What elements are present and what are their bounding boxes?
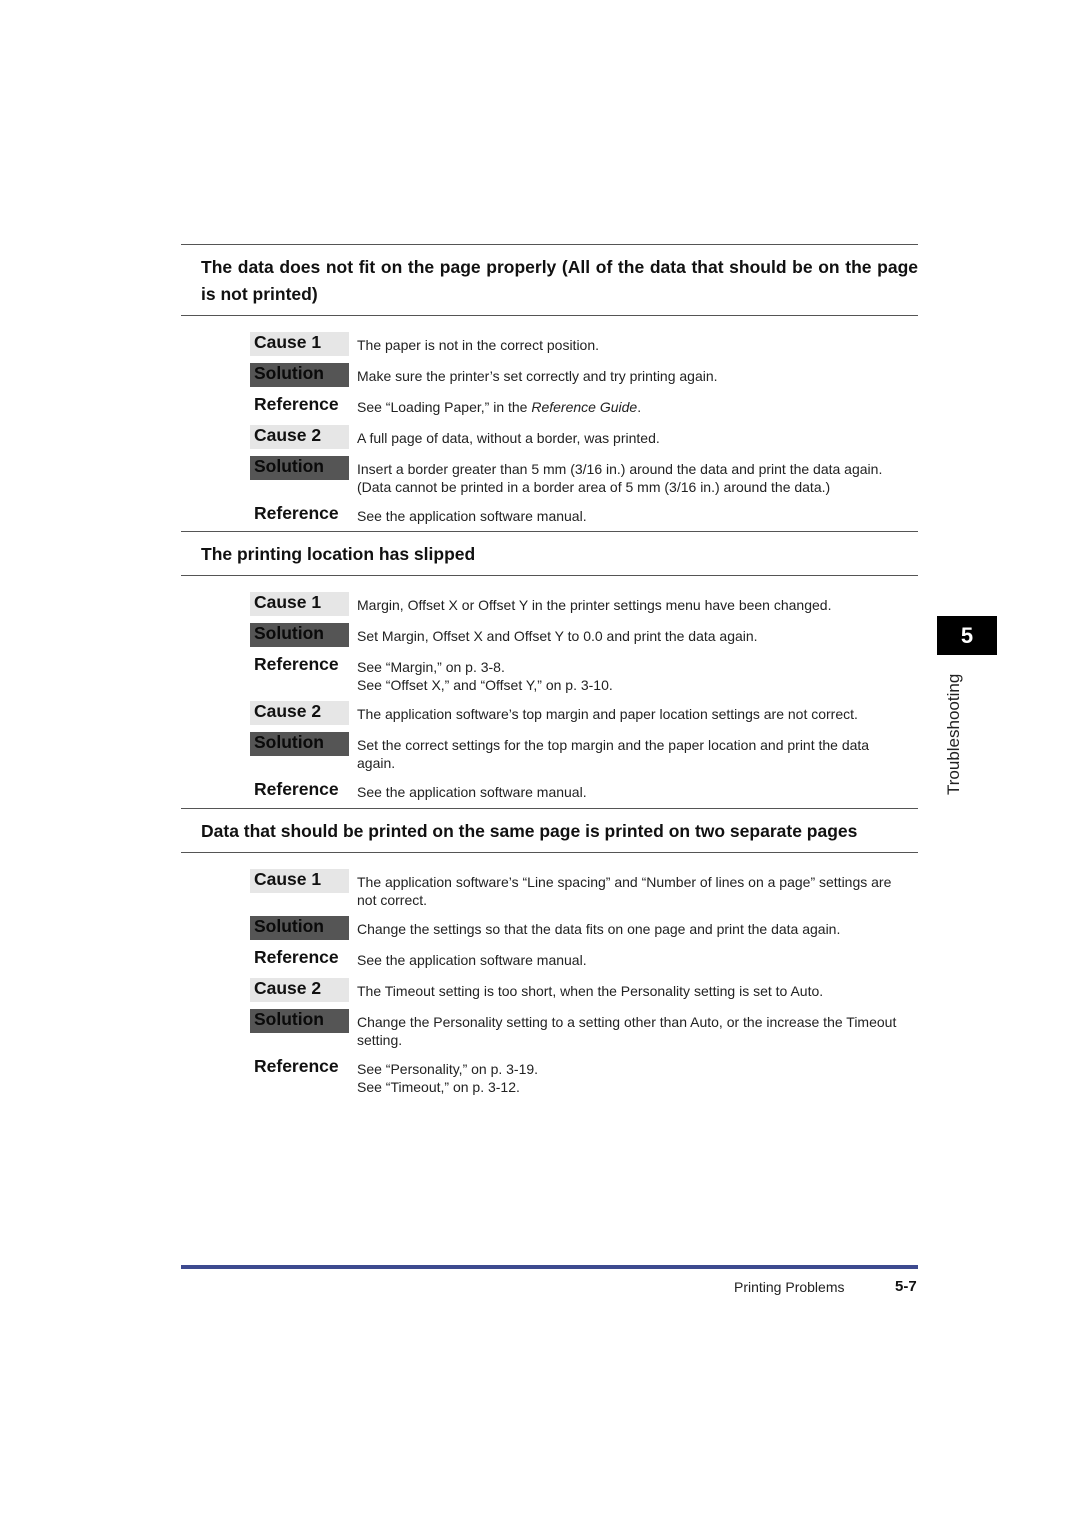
text-line: setting. (357, 1032, 403, 1048)
chapter-name: Troubleshooting (944, 673, 963, 795)
row-list: Cause 1 The paper is not in the correct p… (250, 332, 918, 527)
cause-label: Cause 2 (250, 425, 349, 449)
cause-text: A full page of data, without a border, w… (357, 425, 918, 447)
text-line: (Data cannot be printed in a border area… (357, 479, 831, 495)
cause-row: Cause 1 Margin, Offset X or Offset Y in t… (250, 592, 918, 616)
solution-label: Solution (250, 363, 349, 387)
text-fragment: See “Loading Paper,” in the (357, 399, 532, 415)
cause-label: Cause 2 (250, 978, 349, 1002)
reference-row: Reference See “Margin,” on p. 3-8. See “Of… (250, 654, 918, 694)
text-line: Change the settings so that the data fit… (357, 921, 841, 937)
section-heading: Data that should be printed on the same … (181, 808, 918, 853)
solution-text: Insert a border greater than 5 mm (3/16 … (357, 456, 918, 496)
text-line: not correct. (357, 892, 428, 908)
solution-text: Set the correct settings for the top mar… (357, 732, 918, 772)
section-two-separate-pages: Data that should be printed on the same … (181, 808, 918, 1103)
cause-row: Cause 1 The application software’s “Line … (250, 869, 918, 909)
reference-label: Reference (254, 394, 339, 414)
reference-row: Reference See “Loading Paper,” in the Ref… (250, 394, 918, 418)
cause-text: Margin, Offset X or Offset Y in the prin… (357, 592, 918, 614)
section-heading: The data does not fit on the page proper… (181, 244, 918, 316)
text-line: Margin, Offset X or Offset Y in the prin… (357, 597, 832, 613)
solution-row: Solution Change the settings so that the … (250, 916, 918, 940)
text-line: See the application software manual. (357, 784, 587, 800)
reference-text: See “Personality,” on p. 3-19. See “Timeo… (357, 1056, 918, 1096)
solution-label: Solution (250, 916, 349, 940)
reference-text: See the application software manual. (357, 779, 918, 801)
cause-text: The paper is not in the correct position… (357, 332, 918, 354)
cause-row: Cause 1 The paper is not in the correct p… (250, 332, 918, 356)
reference-text: See “Margin,” on p. 3-8. See “Offset X,” … (357, 654, 918, 694)
text-line: Set the correct settings for the top mar… (357, 737, 870, 753)
solution-label: Solution (250, 623, 349, 647)
text-line: See “Margin,” on p. 3-8. (357, 659, 505, 675)
reference-row: Reference See the application software ma… (250, 947, 918, 971)
reference-label: Reference (254, 947, 339, 967)
text-line: The paper is not in the correct position… (357, 337, 600, 353)
text-line: See “Personality,” on p. 3-19. (357, 1061, 539, 1077)
reference-label: Reference (254, 654, 339, 674)
reference-row: Reference See the application software ma… (250, 779, 918, 803)
text-line: The application software’s “Line spacing… (357, 874, 892, 890)
row-list: Cause 1 The application software’s “Line … (250, 869, 918, 1096)
text-line: The Timeout setting is too short, when t… (357, 983, 824, 999)
reference-text: See “Loading Paper,” in the Reference Gu… (357, 394, 918, 416)
text-line: Set Margin, Offset X and Offset Y to 0.0… (357, 628, 758, 644)
solution-row: Solution Insert a border greater than 5 m… (250, 456, 918, 496)
cause-label: Cause 1 (250, 592, 349, 616)
text-line: A full page of data, without a border, w… (357, 430, 660, 446)
solution-row: Solution Change the Personality setting t… (250, 1009, 918, 1049)
solution-label: Solution (250, 732, 349, 756)
cause-label: Cause 2 (250, 701, 349, 725)
text-line: See “Loading Paper,” in the Reference Gu… (357, 398, 918, 416)
section-heading: The printing location has slipped (181, 531, 918, 576)
guide-title: Reference Guide (531, 399, 638, 415)
row-list: Cause 1 Margin, Offset X or Offset Y in t… (250, 592, 918, 803)
text-line: See “Offset X,” and “Offset Y,” on p. 3-… (357, 677, 613, 693)
cause-text: The application software’s top margin an… (357, 701, 918, 723)
section-printing-location-slipped: The printing location has slipped Cause … (181, 531, 918, 810)
reference-label: Reference (254, 779, 339, 799)
solution-row: Solution Set Margin, Offset X and Offset … (250, 623, 918, 647)
cause-row: Cause 2 The Timeout setting is too short,… (250, 978, 918, 1002)
solution-text: Change the settings so that the data fit… (357, 916, 918, 938)
cause-label: Cause 1 (250, 332, 349, 356)
text-line: See “Timeout,” on p. 3-12. (357, 1079, 520, 1095)
solution-row: Solution Set the correct settings for the… (250, 732, 918, 772)
cause-row: Cause 2 A full page of data, without a bo… (250, 425, 918, 449)
reference-row: Reference See the application software ma… (250, 503, 918, 527)
section-data-not-fit: The data does not fit on the page proper… (181, 244, 918, 534)
text-line: The application software’s top margin an… (357, 706, 858, 722)
text-line: See the application software manual. (357, 508, 587, 524)
chapter-number-tab[interactable]: 5 (937, 616, 997, 655)
text-line: Insert a border greater than 5 mm (3/16 … (357, 461, 883, 477)
cause-label: Cause 1 (250, 869, 349, 893)
solution-label: Solution (250, 1009, 349, 1033)
solution-row: Solution Make sure the printer’s set corr… (250, 363, 918, 387)
reference-label: Reference (254, 1056, 339, 1076)
solution-text: Make sure the printer’s set correctly an… (357, 363, 918, 385)
page-number: 5-7 (895, 1278, 917, 1295)
solution-text: Change the Personality setting to a sett… (357, 1009, 918, 1049)
text-fragment: . (637, 399, 642, 415)
reference-row: Reference See “Personality,” on p. 3-19. S… (250, 1056, 918, 1096)
cause-row: Cause 2 The application software’s top ma… (250, 701, 918, 725)
solution-label: Solution (250, 456, 349, 480)
reference-text: See the application software manual. (357, 503, 918, 525)
solution-text: Set Margin, Offset X and Offset Y to 0.0… (357, 623, 918, 645)
text-line: Make sure the printer’s set correctly an… (357, 368, 718, 384)
text-line: See the application software manual. (357, 952, 587, 968)
cause-text: The Timeout setting is too short, when t… (357, 978, 918, 1000)
reference-label: Reference (254, 503, 339, 523)
footer-rule (181, 1265, 918, 1269)
text-line: again. (357, 755, 396, 771)
footer-section-title: Printing Problems (734, 1279, 845, 1295)
cause-text: The application software’s “Line spacing… (357, 869, 918, 909)
text-line: Change the Personality setting to a sett… (357, 1014, 897, 1030)
reference-text: See the application software manual. (357, 947, 918, 969)
